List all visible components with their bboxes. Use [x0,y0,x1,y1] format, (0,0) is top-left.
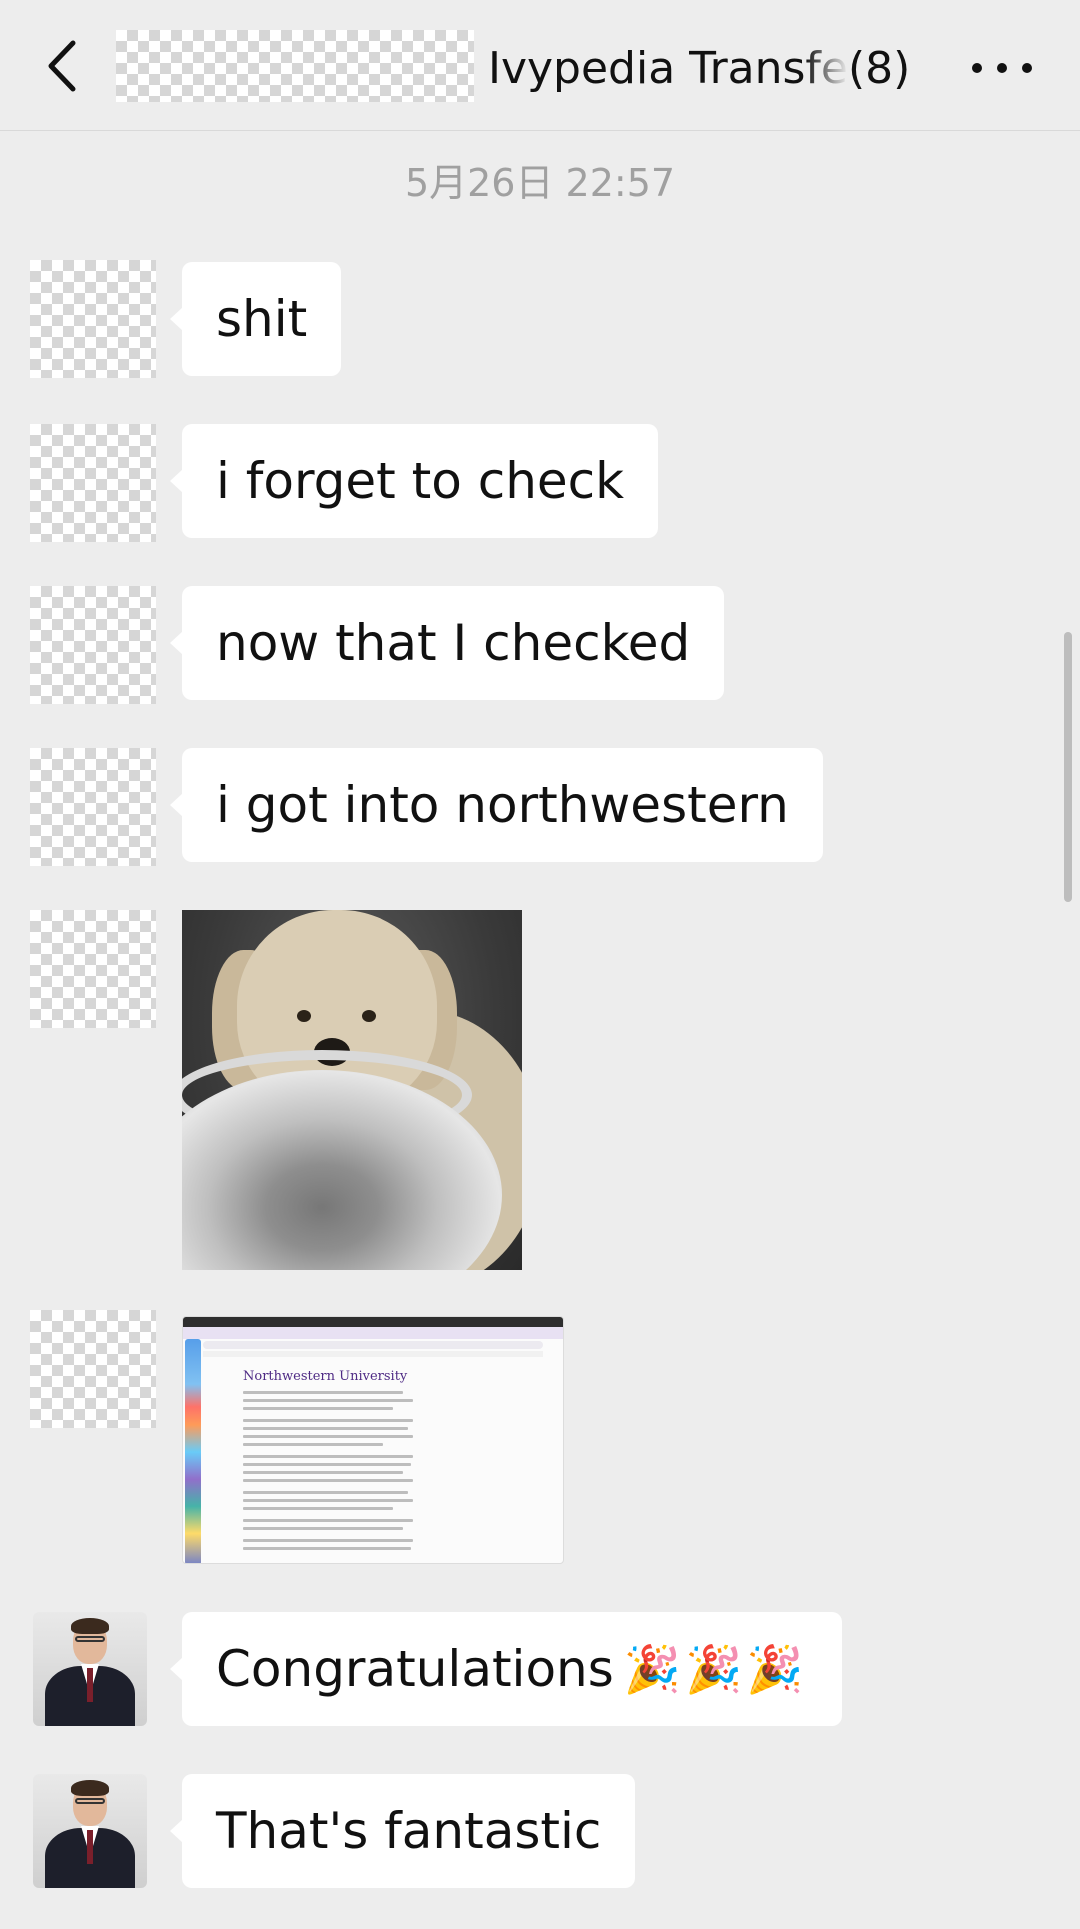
scrollbar[interactable] [1064,632,1072,902]
message-bubble[interactable]: shit [169,262,342,376]
more-dots-icon [972,63,982,73]
message-bubble[interactable]: now that I checked [169,586,725,700]
redacted-avatar[interactable] [30,260,156,378]
group-name: Ivypedia Transfe [488,42,848,94]
mac-dock [185,1339,201,1563]
message-bubble[interactable]: Congratulations 🎉🎉🎉 [170,1612,842,1726]
document-heading: Northwestern University [243,1369,408,1384]
chevron-left-icon [48,40,76,92]
redacted-group-avatar [116,30,474,102]
redacted-avatar[interactable] [30,424,156,542]
message-text: Congratulations [216,1640,614,1698]
message-text: i forget to check [216,452,625,510]
message-text: now that I checked [216,614,691,672]
admission-letter-image[interactable]: Northwestern University [182,1316,564,1564]
redacted-avatar[interactable] [30,586,156,704]
redacted-avatar[interactable] [30,910,156,1028]
chat-header: Ivypedia Transfe (8) [0,0,1080,131]
party-popper-emoji: 🎉🎉🎉 [623,1641,808,1696]
message-bubble[interactable]: i forget to check [169,424,659,538]
message-bubble[interactable]: i got into northwestern [170,748,823,862]
redacted-avatar[interactable] [30,1310,156,1428]
message-timestamp: 5月26日 22:57 [404,161,676,205]
message-bubble[interactable]: That's fantastic [169,1774,636,1888]
message-text: shit [216,290,308,348]
chat-title: Ivypedia Transfe (8) [488,38,920,98]
message-text: i got into northwestern [216,776,789,834]
redacted-avatar[interactable] [30,748,156,866]
dog-sticker-image[interactable] [182,910,522,1270]
message-text: That's fantastic [216,1802,602,1860]
back-button[interactable] [40,38,84,94]
user-avatar[interactable] [33,1612,147,1726]
user-avatar[interactable] [33,1774,147,1888]
more-button[interactable] [972,44,1032,92]
member-count: (8) [848,42,911,94]
